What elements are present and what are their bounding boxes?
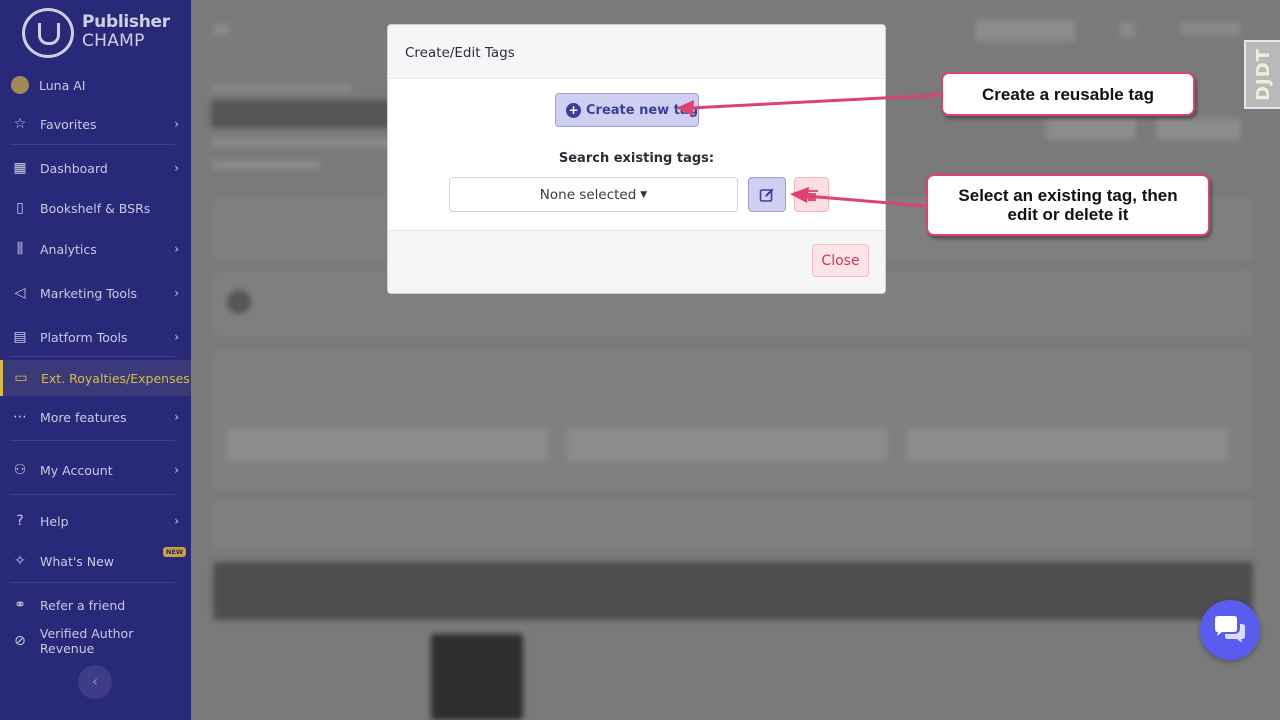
sidebar-item-label: Bookshelf & BSRs [40, 200, 151, 216]
create-edit-tags-modal: Create/Edit Tags + Create new tag Search… [387, 24, 886, 294]
callout-edit-text-line1: Select an existing tag, then [958, 186, 1178, 205]
sidebar-item-label: Verified Author Revenue [39, 626, 134, 656]
logo-text-champ: CHAMP [82, 31, 145, 51]
edit-icon [759, 188, 774, 202]
grid-icon: ▦ [13, 160, 27, 176]
user-gear-icon: ⚇ [13, 462, 27, 478]
logo-icon [22, 8, 74, 58]
sidebar-item-label: Favorites [40, 116, 97, 132]
chat-icon [1215, 616, 1245, 643]
sidebar-item-label: Platform Tools [40, 329, 128, 345]
analytics-icon: ⫼ [16, 241, 24, 257]
edit-tag-button[interactable] [748, 177, 786, 212]
caret-down-icon: ▼ [640, 189, 648, 200]
help-icon: ? [16, 513, 24, 529]
avatar [11, 76, 29, 94]
chevron-right-icon: › [174, 330, 179, 344]
sidebar-item-marketing-tools[interactable]: ◁ Marketing Tools › [0, 275, 191, 311]
chevron-left-icon: ‹ [92, 674, 98, 690]
chevron-right-icon: › [174, 242, 179, 256]
logo-text-publisher: Publisher [82, 12, 170, 32]
store-icon: ▤ [13, 329, 27, 345]
callout-create-tag: Create a reusable tag [941, 72, 1195, 116]
collapse-sidebar-button[interactable]: ‹ [78, 665, 112, 699]
sparkle-icon: ✧ [14, 553, 26, 569]
sidebar-item-my-account[interactable]: ⚇ My Account › [0, 452, 191, 488]
sidebar-item-favorites[interactable]: ☆ Favorites › [0, 106, 191, 142]
djdt-toolbar-handle[interactable]: DJDT [1244, 40, 1280, 109]
tag-select-dropdown[interactable]: None selected ▼ [449, 177, 738, 212]
wallet-icon: ▭ [14, 370, 28, 386]
sidebar-item-label: Dashboard [40, 160, 108, 176]
callout-edit-tag: Select an existing tag, then edit or del… [926, 174, 1210, 236]
sidebar-item-label: What's New [40, 553, 115, 569]
sidebar-item-bookshelf[interactable]: ▯ Bookshelf & BSRs [0, 190, 191, 226]
sidebar-item-analytics[interactable]: ⫼ Analytics › [0, 231, 191, 267]
sidebar-item-label: Help [40, 513, 69, 529]
search-existing-tags-label: Search existing tags: [558, 151, 715, 166]
chat-button[interactable] [1200, 600, 1260, 660]
ellipsis-icon: ⋯ [13, 409, 27, 425]
sidebar-item-ext-royalties[interactable]: ▭ Ext. Royalties/Expenses [0, 360, 191, 396]
check-circle-icon: ⊘ [14, 633, 26, 649]
sidebar-user[interactable]: Luna AI [0, 67, 191, 103]
sidebar-item-more-features[interactable]: ⋯ More features › [0, 399, 191, 435]
chevron-right-icon: › [174, 463, 179, 477]
trash-icon [805, 189, 818, 201]
chevron-right-icon: › [174, 514, 179, 528]
sidebar-user-name: Luna AI [39, 77, 86, 93]
sidebar-item-label: Analytics [40, 241, 97, 257]
sidebar-item-label: Refer a friend [40, 597, 126, 613]
chevron-right-icon: › [174, 117, 179, 131]
logo[interactable]: Publisher CHAMP [22, 8, 182, 58]
new-badge: NEW [163, 547, 187, 557]
sidebar-item-label: My Account [40, 462, 113, 478]
tag-select-value: None selected [539, 186, 637, 203]
book-icon: ▯ [16, 200, 24, 216]
delete-tag-button[interactable] [794, 177, 829, 212]
create-new-tag-label: Create new tag [586, 102, 698, 118]
modal-footer [388, 230, 885, 293]
sidebar-item-label: Marketing Tools [40, 285, 138, 301]
chevron-right-icon: › [174, 410, 179, 424]
chevron-right-icon: › [174, 286, 179, 300]
modal-title: Create/Edit Tags [405, 45, 515, 61]
users-icon: ⚭ [14, 597, 26, 613]
sidebar-item-platform-tools[interactable]: ▤ Platform Tools › [0, 319, 191, 355]
djdt-label: DJDT [1252, 48, 1274, 101]
modal-header: Create/Edit Tags [388, 25, 885, 79]
close-button[interactable]: Close [812, 244, 869, 277]
sidebar-item-label: More features [40, 409, 127, 425]
create-new-tag-button[interactable]: + Create new tag [555, 93, 699, 127]
sidebar-item-label: Ext. Royalties/Expenses [41, 370, 190, 386]
chevron-right-icon: › [174, 161, 179, 175]
sidebar-item-verified-author-revenue[interactable]: ⊘ Verified Author Revenue [0, 623, 191, 659]
callout-edit-text-line2: edit or delete it [1007, 205, 1129, 224]
sidebar-item-help[interactable]: ? Help › [0, 503, 191, 539]
megaphone-icon: ◁ [14, 285, 26, 301]
sidebar: Publisher CHAMP Luna AI ☆ Favorites › ▦ … [0, 0, 191, 720]
callout-create-text: Create a reusable tag [982, 84, 1154, 104]
sidebar-item-refer-a-friend[interactable]: ⚭ Refer a friend [0, 587, 191, 623]
star-icon: ☆ [13, 116, 27, 132]
sidebar-item-dashboard[interactable]: ▦ Dashboard › [0, 150, 191, 186]
plus-circle-icon: + [566, 102, 581, 118]
